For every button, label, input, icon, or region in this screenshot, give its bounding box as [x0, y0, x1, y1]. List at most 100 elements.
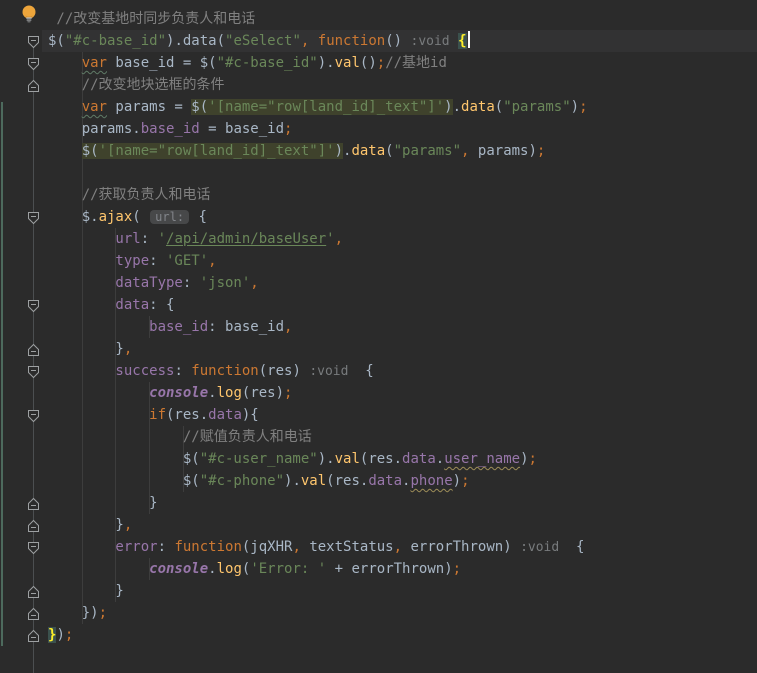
code-line[interactable]: //赋值负责人和电话 — [0, 426, 757, 448]
code-token: { — [190, 209, 207, 225]
code-token: url — [115, 231, 141, 247]
text-caret — [467, 31, 470, 48]
code-line[interactable]: params.base_id = base_id; — [0, 118, 757, 140]
fold-marker-up-icon[interactable] — [27, 496, 40, 510]
code-token: console — [149, 385, 209, 401]
code-line[interactable]: $.ajax( url: { — [0, 206, 757, 228]
fold-marker-down-icon[interactable] — [27, 298, 40, 313]
code-line[interactable]: console.log('Error: ' + errorThrown); — [0, 558, 757, 580]
code-line[interactable]: console.log(res); — [0, 382, 757, 404]
code-line[interactable]: }); — [0, 624, 757, 646]
code-line[interactable]: $('[name="row[land_id]_text"]').data("pa… — [0, 140, 757, 162]
intention-bulb-icon[interactable] — [20, 4, 38, 24]
code-token: : — [140, 231, 158, 247]
code-token: dataType — [115, 275, 183, 291]
code-token: ) — [444, 99, 453, 115]
code-token: //改变地块选框的条件 — [81, 77, 225, 93]
code-token: : — [174, 363, 192, 379]
code-line[interactable]: }, — [0, 338, 757, 360]
code-line[interactable]: type: 'GET', — [0, 250, 757, 272]
fold-marker-up-icon[interactable] — [27, 584, 40, 598]
code-line[interactable]: } — [0, 492, 757, 514]
code-token: var — [81, 55, 107, 71]
code-line[interactable]: //改变基地时同步负责人和电话 — [0, 8, 757, 30]
code-line[interactable]: $("#c-user_name").val(res.data.user_name… — [0, 448, 757, 470]
fold-marker-down-icon[interactable] — [27, 408, 40, 423]
code-token: :void — [520, 540, 560, 555]
fold-marker-up-icon[interactable] — [27, 628, 40, 642]
fold-marker-down-icon[interactable] — [27, 540, 40, 555]
vcs-change-bar[interactable] — [1, 102, 3, 646]
code-line[interactable]: //改变地块选框的条件 — [0, 74, 757, 96]
code-line[interactable]: var base_id = $("#c-base_id").val();//基地… — [0, 52, 757, 74]
code-token: 'json' — [199, 275, 251, 291]
code-token: function — [191, 363, 259, 379]
fold-marker-down-icon[interactable] — [27, 56, 40, 71]
code-line[interactable]: data: { — [0, 294, 757, 316]
code-token: ){ — [241, 407, 259, 423]
fold-marker-up-icon[interactable] — [27, 518, 40, 532]
code-token: data — [115, 297, 150, 313]
code-line[interactable] — [0, 162, 757, 184]
code-line[interactable]: url: '/api/admin/baseUser', — [0, 228, 757, 250]
code-token: ; — [284, 121, 293, 137]
code-token: log — [216, 561, 242, 577]
code-token: /api/admin/baseUser — [166, 231, 327, 247]
code-token: ) — [520, 451, 529, 467]
code-token: , — [123, 517, 133, 533]
code-token: ; — [64, 627, 74, 643]
fold-marker-up-icon[interactable] — [27, 606, 40, 620]
fold-marker-down-icon[interactable] — [27, 210, 40, 225]
code-token: base_id — [140, 121, 200, 137]
code-token: : base_id — [208, 319, 285, 335]
code-token: . — [452, 99, 462, 115]
code-line[interactable]: base_id: base_id, — [0, 316, 757, 338]
code-token: //赋值负责人和电话 — [182, 429, 312, 445]
code-token: ; — [536, 143, 546, 159]
code-line[interactable]: //获取负责人和电话 — [0, 184, 757, 206]
code-token: ; — [376, 55, 386, 71]
code-token: ; — [461, 473, 470, 489]
code-token: 'GET' — [166, 253, 209, 269]
code-line[interactable]: $("#c-base_id").data("eSelect", function… — [0, 30, 757, 52]
code-token: } — [115, 583, 124, 599]
code-line[interactable]: } — [0, 580, 757, 602]
code-token: console — [149, 561, 209, 577]
code-token: , — [250, 275, 259, 291]
code-token: textStatus — [300, 539, 394, 555]
code-token: params) — [469, 143, 537, 159]
code-token: type — [115, 253, 150, 269]
code-line[interactable]: error: function(jqXHR, textStatus, error… — [0, 536, 757, 558]
code-token: ). — [317, 55, 335, 71]
code-token: function — [317, 33, 386, 49]
code-token: params = — [107, 99, 192, 115]
code-token: (jqXHR — [241, 539, 293, 555]
code-token: val — [334, 55, 360, 71]
code-token: ) — [570, 99, 580, 115]
code-line[interactable]: }, — [0, 514, 757, 536]
code-token: "eSelect" — [225, 33, 301, 49]
code-line[interactable]: var params = $('[name="row[land_id]_text… — [0, 96, 757, 118]
code-token: val — [300, 473, 327, 489]
fold-marker-down-icon[interactable] — [27, 34, 40, 49]
code-token: :void — [410, 34, 450, 49]
code-token: (res) — [241, 385, 285, 401]
code-line[interactable]: if(res.data){ — [0, 404, 757, 426]
fold-marker-up-icon[interactable] — [27, 342, 40, 356]
code-token: . — [435, 451, 445, 467]
code-line[interactable]: }); — [0, 602, 757, 624]
fold-marker-up-icon[interactable] — [27, 78, 40, 92]
code-line[interactable]: $("#c-phone").val(res.data.phone); — [0, 470, 757, 492]
fold-marker-down-icon[interactable] — [27, 364, 40, 379]
code-token: params. — [81, 121, 141, 137]
code-token: , — [393, 539, 403, 555]
code-token: { — [348, 363, 374, 379]
code-line[interactable]: success: function(res) :void { — [0, 360, 757, 382]
code-token: ( — [385, 143, 394, 159]
code-line[interactable]: dataType: 'json', — [0, 272, 757, 294]
code-token: $( — [48, 33, 65, 49]
code-editor: //改变基地时同步负责人和电话 $("#c-base_id").data("eSe… — [0, 0, 757, 673]
code-token: user_name — [444, 451, 521, 467]
code-area[interactable]: //改变基地时同步负责人和电话 $("#c-base_id").data("eSe… — [0, 8, 757, 646]
